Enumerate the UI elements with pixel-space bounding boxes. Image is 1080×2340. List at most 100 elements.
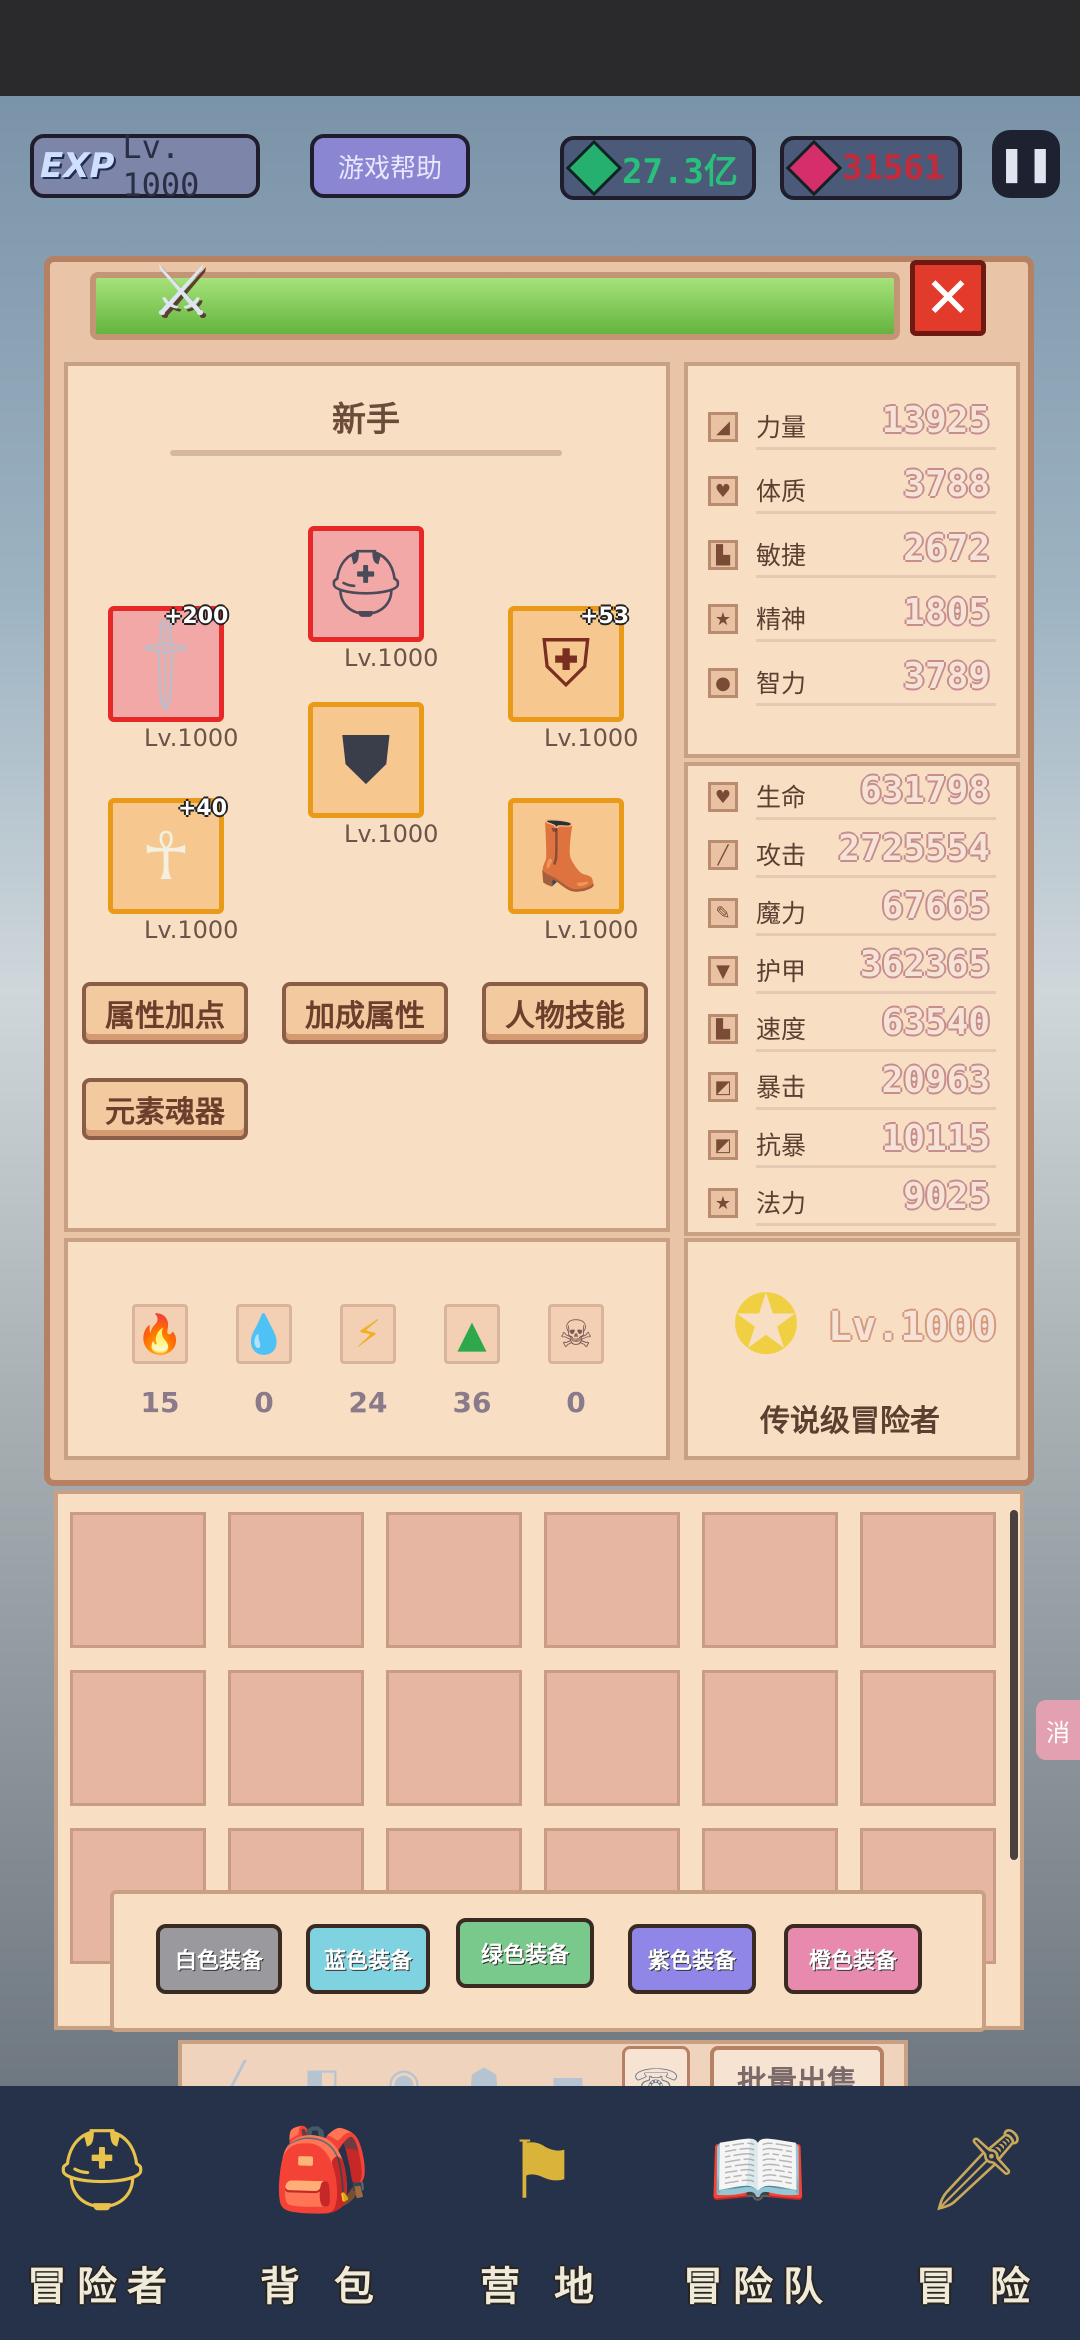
stat-label: 体质: [756, 477, 807, 506]
rank-level: Lv.1000: [828, 1304, 997, 1350]
wand-icon: ✎: [708, 898, 738, 928]
inventory-cell[interactable]: [386, 1512, 522, 1648]
crit-icon: ◩: [708, 1072, 738, 1102]
helmet-icon: ⛑: [324, 545, 408, 622]
filter-white-button[interactable]: 白色装备: [156, 1924, 282, 1994]
armor-icon: ⛊: [341, 720, 391, 798]
helmet-slot[interactable]: ⛑: [308, 526, 424, 642]
strength-icon: ◢: [708, 412, 738, 442]
armor-slot[interactable]: ⛊: [308, 702, 424, 818]
water-count: 0: [254, 1386, 274, 1419]
nav-backpack[interactable]: 🎒 背 包: [222, 2120, 422, 2320]
title-divider: [170, 450, 562, 456]
inventory-cell[interactable]: [228, 1670, 364, 1806]
stat-underline: [756, 703, 996, 706]
ruby-icon: [785, 139, 843, 197]
stat-value: 3789: [903, 656, 990, 697]
game-help-button[interactable]: 游戏帮助: [310, 134, 470, 198]
nav-label: 冒 险: [916, 2264, 1040, 2310]
amulet-plus: +40: [178, 796, 228, 821]
inventory-scrollbar[interactable]: [1010, 1510, 1018, 1860]
stat-value: 631798: [859, 770, 990, 811]
nav-team[interactable]: 📖 冒险队: [658, 2120, 858, 2320]
close-button[interactable]: ✕: [910, 260, 986, 336]
nav-label: 冒险者: [27, 2264, 177, 2310]
boots-slot[interactable]: 👢: [508, 798, 624, 914]
inventory-cell[interactable]: [70, 1512, 206, 1648]
stat-label: 攻击: [756, 841, 807, 870]
pause-icon: ❚❚: [997, 144, 1055, 184]
stat-label: 生命: [756, 783, 807, 812]
sword-icon: 🗡: [927, 2123, 1029, 2216]
shield-icon: ▼: [708, 956, 738, 986]
stat-underline: [756, 447, 996, 450]
lightning-icon: ⚡: [340, 1304, 396, 1364]
filter-blue-label: 蓝色装备: [323, 1949, 412, 1974]
filter-orange-button[interactable]: 橙色装备: [784, 1924, 922, 1994]
armor-level: Lv.1000: [344, 820, 439, 848]
nav-adventurer[interactable]: ⛑ 冒险者: [2, 2120, 202, 2320]
inventory-cell[interactable]: [70, 1670, 206, 1806]
stat-label: 智力: [756, 669, 807, 698]
heart-icon: ♥: [708, 476, 738, 506]
ruby-currency: 31561: [780, 136, 962, 200]
filter-green-button[interactable]: 绿色装备: [456, 1918, 594, 1988]
attribute-points-label: 属性加点: [105, 999, 225, 1034]
character-skills-button[interactable]: 人物技能: [482, 982, 648, 1044]
emerald-amount: 27.3亿: [622, 151, 738, 192]
stat-underline: [756, 1107, 996, 1110]
stat-underline: [756, 511, 996, 514]
crossed-swords-icon: ⚔: [149, 250, 213, 332]
element-soul-button[interactable]: 元素魂器: [82, 1078, 248, 1140]
lightning-count: 24: [348, 1386, 388, 1419]
inventory-cell[interactable]: [860, 1670, 996, 1806]
stat-magic: ✎ 魔力 67665: [708, 886, 1000, 936]
inventory-cell[interactable]: [702, 1512, 838, 1648]
status-bar: [0, 0, 1080, 96]
stat-value: 20963: [881, 1060, 990, 1101]
bonus-attributes-label: 加成属性: [305, 999, 425, 1034]
stat-value: 362365: [859, 944, 990, 985]
filter-blue-button[interactable]: 蓝色装备: [306, 1924, 430, 1994]
stat-spirit: ★ 精神 1805: [708, 592, 1000, 642]
bonus-attributes-button[interactable]: 加成属性: [282, 982, 448, 1044]
stat-underline: [756, 817, 996, 820]
heart-icon: ♥: [708, 782, 738, 812]
inventory-cell[interactable]: [386, 1670, 522, 1806]
stat-underline: [756, 639, 996, 642]
inventory-cell[interactable]: [860, 1512, 996, 1648]
stat-value: 67665: [881, 886, 990, 927]
book-icon: 📖: [708, 2123, 808, 2216]
stat-strength: ◢ 力量 13925: [708, 400, 1000, 450]
stat-speed: ▙ 速度 63540: [708, 1002, 1000, 1052]
inventory-cell[interactable]: [228, 1512, 364, 1648]
stat-label: 暴击: [756, 1073, 807, 1102]
inventory-cell[interactable]: [702, 1670, 838, 1806]
emerald-currency: 27.3亿: [560, 136, 756, 200]
stat-intelligence: ● 智力 3789: [708, 656, 1000, 706]
nav-adventure[interactable]: 🗡 冒 险: [878, 2120, 1078, 2320]
class-title: 新手: [332, 400, 400, 440]
filter-purple-label: 紫色装备: [647, 1949, 736, 1974]
stat-value: 13925: [881, 400, 990, 441]
stat-crit: ◩ 暴击 20963: [708, 1060, 1000, 1110]
camp-banner-icon: ⚑: [506, 2123, 578, 2217]
stat-armor: ▼ 护甲 362365: [708, 944, 1000, 994]
boots-icon: 👢: [524, 817, 608, 894]
filter-purple-button[interactable]: 紫色装备: [628, 1924, 756, 1994]
stat-label: 法力: [756, 1189, 807, 1218]
pause-button[interactable]: ❚❚: [992, 130, 1060, 198]
inventory-cell[interactable]: [544, 1512, 680, 1648]
water-icon: 💧: [236, 1304, 292, 1364]
attribute-points-button[interactable]: 属性加点: [82, 982, 248, 1044]
stat-crit-resist: ◩ 抗暴 10115: [708, 1118, 1000, 1168]
nav-camp[interactable]: ⚑ 营 地: [442, 2120, 642, 2320]
earth-icon: ▲: [444, 1304, 500, 1364]
stat-constitution: ♥ 体质 3788: [708, 464, 1000, 514]
side-tab[interactable]: 消: [1036, 1700, 1080, 1760]
stat-label: 速度: [756, 1015, 807, 1044]
inventory-cell[interactable]: [544, 1670, 680, 1806]
game-help-label: 游戏帮助: [337, 153, 442, 184]
star-icon: ★: [708, 604, 738, 634]
skull-icon: ☠: [548, 1304, 604, 1364]
